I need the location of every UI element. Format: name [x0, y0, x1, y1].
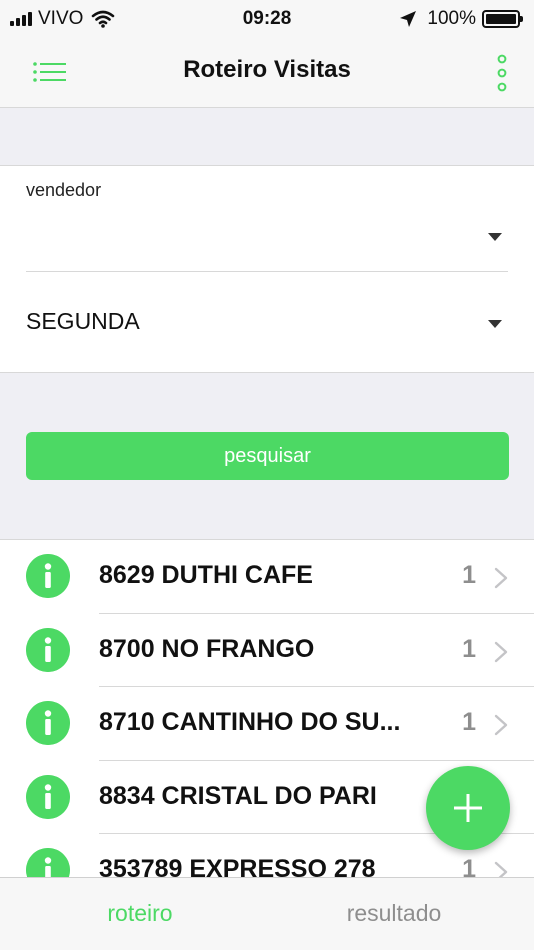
vendedor-select[interactable]: [26, 206, 508, 272]
list-item-count: 1: [462, 855, 476, 877]
filter-panel: vendedor SEGUNDA: [0, 165, 534, 373]
add-fab-button[interactable]: [426, 766, 510, 850]
chevron-right-icon: [494, 714, 508, 736]
status-bar: VIVO 09:28 100%: [0, 0, 534, 36]
list-item[interactable]: 8629 DUTHI CAFE 1: [0, 540, 534, 614]
nav-bar: Roteiro Visitas: [0, 36, 534, 108]
search-button[interactable]: pesquisar: [26, 432, 509, 480]
info-icon[interactable]: [26, 554, 70, 598]
list-item[interactable]: 8700 NO FRANGO 1: [0, 614, 534, 687]
list-item-name: 8710 CANTINHO DO SU...: [99, 708, 401, 736]
info-icon[interactable]: [26, 774, 70, 819]
vendedor-label: vendedor: [26, 180, 102, 200]
page-title: Roteiro Visitas: [183, 56, 351, 83]
dropdown-caret-icon: [488, 320, 502, 328]
info-icon[interactable]: [26, 701, 70, 745]
status-left: VIVO: [10, 8, 115, 30]
signal-icon: [10, 12, 32, 26]
list-item-name: 8834 CRISTAL DO PARI: [99, 781, 377, 810]
chevron-right-icon: [494, 641, 508, 662]
tab-bar: roteiro resultado: [0, 877, 534, 950]
plus-icon: [454, 794, 482, 822]
list-item-name: 8700 NO FRANGO: [99, 634, 315, 663]
day-select[interactable]: SEGUNDA: [26, 274, 508, 374]
list-item-name: 8629 DUTHI CAFE: [99, 561, 313, 589]
tab-resultado[interactable]: resultado: [294, 900, 494, 927]
battery-percent: 100%: [427, 8, 476, 29]
location-arrow-icon: [400, 11, 417, 27]
tab-roteiro[interactable]: roteiro: [40, 900, 240, 927]
carrier-name: VIVO: [38, 8, 84, 29]
more-vertical-icon[interactable]: [490, 54, 514, 92]
list-item[interactable]: 8710 CANTINHO DO SU... 1: [0, 687, 534, 761]
list-item-count: 1: [462, 634, 476, 663]
dropdown-caret-icon: [488, 233, 502, 241]
status-right: 100%: [399, 8, 523, 30]
info-icon[interactable]: [26, 848, 70, 877]
battery-icon: [482, 10, 523, 28]
list-item-count: 1: [462, 708, 476, 736]
info-icon[interactable]: [26, 627, 70, 672]
battery-fill: [486, 14, 516, 24]
chevron-right-icon: [494, 567, 508, 589]
wifi-icon: [92, 10, 115, 28]
day-value: SEGUNDA: [26, 308, 140, 334]
list-item-count: 1: [462, 561, 476, 589]
list-item-name: 353789 EXPRESSO 278: [99, 855, 376, 877]
chevron-right-icon: [494, 861, 508, 877]
